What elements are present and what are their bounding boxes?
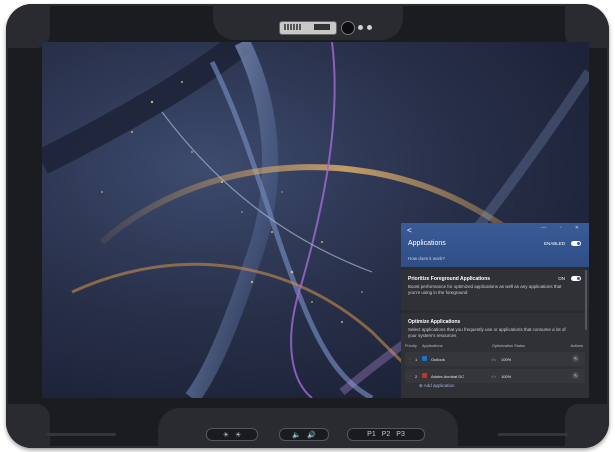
drag-handle-icon[interactable]: ⋮ bbox=[408, 374, 412, 379]
p1-button[interactable]: P1 bbox=[367, 431, 376, 438]
how-it-works-link[interactable]: How does it work? bbox=[408, 256, 445, 261]
row-app-name: Outlook bbox=[431, 357, 445, 362]
sensor-bar bbox=[279, 21, 337, 35]
window-controls[interactable]: — ▫ ✕ bbox=[541, 225, 585, 231]
add-application-label: Add application bbox=[423, 383, 455, 388]
screen: < — ▫ ✕ Applications ENABLED How does it… bbox=[42, 42, 589, 398]
sensor-dot-icon bbox=[367, 25, 372, 30]
status-check-icon: ✓• bbox=[491, 357, 496, 362]
edit-icon[interactable]: ✎ bbox=[572, 355, 579, 362]
sensor-dot-icon bbox=[358, 25, 363, 30]
edit-icon[interactable]: ✎ bbox=[572, 372, 579, 379]
scrollbar[interactable] bbox=[585, 270, 587, 330]
programmable-buttons[interactable]: P1 P2 P3 bbox=[347, 428, 425, 441]
back-icon[interactable]: < bbox=[407, 226, 412, 235]
enabled-label: ENABLED bbox=[543, 241, 565, 246]
foreground-description: Boost performance for optimized applicat… bbox=[408, 284, 562, 295]
table-row[interactable]: ⋮ 2 Adobe Acrobat DC ✓• 100% ✎ bbox=[405, 369, 585, 383]
foreground-title: Prioritize Foreground Applications bbox=[408, 276, 491, 282]
brightness-down-icon[interactable]: ☀ bbox=[223, 431, 229, 439]
bumper-bottom-left bbox=[6, 404, 50, 448]
p3-button[interactable]: P3 bbox=[396, 431, 405, 438]
optimize-title: Optimize Applications bbox=[408, 319, 461, 325]
volume-up-icon[interactable]: 🔊 bbox=[307, 431, 316, 439]
col-status: Optimization Status bbox=[492, 344, 525, 348]
brightness-up-icon[interactable]: ☀ bbox=[235, 431, 241, 439]
foreground-toggle[interactable] bbox=[571, 276, 581, 281]
optimize-description: Select applications that you frequently … bbox=[408, 327, 566, 338]
acrobat-icon bbox=[422, 373, 427, 378]
table-row[interactable]: ⋮ 1 Outlook ✓• 100% ✎ bbox=[405, 352, 585, 366]
row-status: 100% bbox=[501, 357, 512, 362]
volume-buttons[interactable]: 🔈 🔊 bbox=[279, 428, 329, 441]
bottom-rail-right bbox=[498, 433, 568, 436]
panel-header: < — ▫ ✕ Applications ENABLED How does it… bbox=[401, 223, 589, 267]
status-check-icon: ✓• bbox=[491, 374, 496, 379]
col-priority: Priority bbox=[405, 344, 417, 348]
enabled-toggle[interactable] bbox=[571, 241, 581, 246]
drag-handle-icon[interactable]: ⋮ bbox=[408, 357, 412, 362]
volume-down-icon[interactable]: 🔈 bbox=[292, 431, 301, 439]
bottom-rail-left bbox=[46, 433, 116, 436]
col-actions: Actions bbox=[570, 344, 583, 348]
add-application-button[interactable]: ⊕ Add application bbox=[419, 383, 455, 389]
p2-button[interactable]: P2 bbox=[382, 431, 391, 438]
brightness-buttons[interactable]: ☀ ☀ bbox=[206, 428, 258, 441]
row-priority: 2 bbox=[415, 374, 418, 379]
camera-icon bbox=[341, 21, 355, 35]
outlook-icon bbox=[422, 356, 427, 361]
foreground-section: Prioritize Foreground Applications ON Bo… bbox=[401, 270, 589, 310]
col-applications: Applications bbox=[422, 344, 443, 348]
applications-panel: < — ▫ ✕ Applications ENABLED How does it… bbox=[401, 223, 589, 398]
row-status: 100% bbox=[501, 374, 512, 379]
foreground-state: ON bbox=[558, 276, 565, 281]
optimize-section: Optimize Applications Select application… bbox=[401, 313, 589, 398]
row-app-name: Adobe Acrobat DC bbox=[431, 374, 465, 379]
row-priority: 1 bbox=[415, 357, 418, 362]
bumper-bottom-right bbox=[565, 404, 609, 448]
page-title: Applications bbox=[408, 240, 446, 247]
